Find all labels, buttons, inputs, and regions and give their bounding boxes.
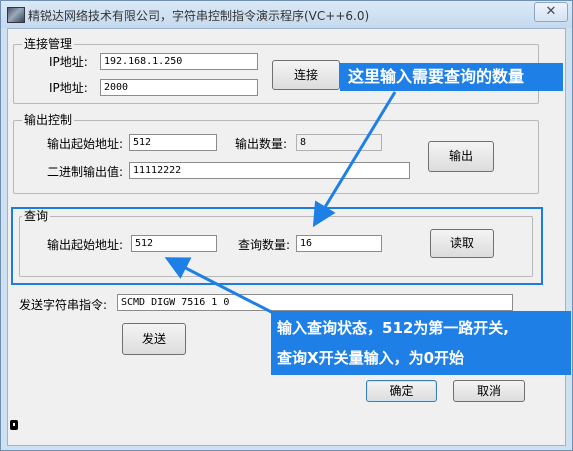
- connect-button[interactable]: 连接: [272, 60, 340, 90]
- command-label: 发送字符串指令:: [19, 298, 108, 312]
- cancel-button[interactable]: 取消: [453, 380, 525, 402]
- port-label: IP地址:: [49, 81, 88, 95]
- callout-query-count: 这里输入需要查询的数量: [340, 63, 563, 91]
- ip-address-input[interactable]: 192.168.1.250: [100, 53, 258, 70]
- query-start-label: 输出起始地址:: [47, 238, 124, 252]
- query-group-title: 查询: [22, 209, 51, 223]
- window-title: 精锐达网络技术有限公司，字符串控制指令演示程序(VC++6.0): [28, 9, 370, 23]
- callout-query-start-line1: 输入查询状态，512为第一路开关,: [277, 319, 510, 337]
- connect-group-title: 连接管理: [22, 37, 75, 51]
- command-input[interactable]: SCMD DIGW 7516 1 0: [117, 294, 513, 311]
- output-start-input[interactable]: 512: [129, 134, 217, 151]
- output-button[interactable]: 输出: [428, 141, 494, 172]
- output-count-label: 输出数量:: [235, 137, 288, 151]
- query-start-input[interactable]: 512: [131, 235, 217, 252]
- output-start-label: 输出起始地址:: [47, 137, 124, 151]
- title-bar[interactable]: 精锐达网络技术有限公司，字符串控制指令演示程序(VC++6.0) ✕: [1, 1, 572, 28]
- output-group-title: 输出控制: [22, 113, 75, 127]
- binary-value-input[interactable]: 11112222: [129, 162, 410, 179]
- ip-label: IP地址:: [49, 55, 88, 69]
- query-count-label: 查询数量:: [238, 238, 291, 252]
- callout-query-start-line2: 查询X开关量输入，为0开始: [277, 349, 465, 367]
- binary-value-label: 二进制输出值:: [47, 165, 124, 179]
- callout-query-start: 输入查询状态，512为第一路开关, 查询X开关量输入，为0开始: [271, 311, 571, 375]
- close-button[interactable]: ✕: [534, 2, 568, 22]
- query-count-input[interactable]: 16: [296, 235, 382, 252]
- gripper-icon: [10, 420, 18, 430]
- read-button[interactable]: 读取: [430, 229, 494, 258]
- app-icon: [7, 7, 25, 23]
- port-input[interactable]: 2000: [100, 79, 258, 96]
- ok-button[interactable]: 确定: [366, 380, 437, 402]
- output-count-field[interactable]: 8: [296, 134, 382, 151]
- send-button[interactable]: 发送: [122, 323, 186, 355]
